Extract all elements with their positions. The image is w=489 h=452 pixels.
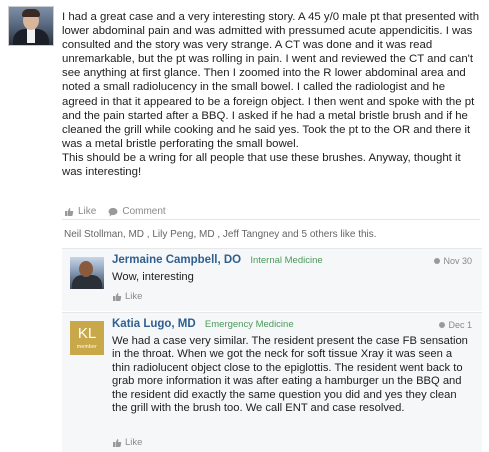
like-button[interactable]: Like — [64, 206, 96, 217]
thumbs-up-icon — [113, 438, 122, 447]
commenter-avatar[interactable]: KL member — [70, 321, 104, 355]
comment-button[interactable]: Comment — [108, 206, 166, 217]
thumbs-up-icon — [65, 207, 74, 216]
post-text: I had a great case and a very interestin… — [62, 11, 480, 179]
avatar-member-tag: member — [76, 344, 98, 350]
comment-date: Nov 30 — [434, 256, 472, 266]
avatar-hair — [22, 9, 40, 17]
comment-like-button[interactable]: Like — [112, 291, 142, 302]
comment-like-label: Like — [125, 291, 143, 302]
comment-item: Jermaine Campbell, DO Internal Medicine … — [62, 248, 482, 311]
divider — [62, 219, 480, 220]
likers-summary[interactable]: Neil Stollman, MD , Lily Peng, MD , Jeff… — [64, 229, 377, 240]
comment-label: Comment — [122, 206, 166, 217]
like-label: Like — [78, 206, 97, 217]
avatar-body — [72, 275, 102, 289]
commenter-specialty: Emergency Medicine — [204, 319, 294, 330]
commenter-name[interactable]: Katia Lugo, MD — [112, 318, 196, 330]
comment-date-text: Nov 30 — [443, 256, 472, 266]
post-author-avatar[interactable] — [8, 6, 54, 46]
avatar-initials: KL — [77, 325, 97, 342]
comment-date: Dec 1 — [439, 320, 472, 330]
comment-text: Wow, interesting — [112, 271, 194, 283]
clock-dot-icon — [434, 258, 441, 264]
avatar-shirt — [27, 29, 35, 43]
comment-item: KL member Katia Lugo, MD Emergency Medic… — [62, 312, 482, 452]
comment-date-text: Dec 1 — [448, 320, 472, 330]
comment-like-button[interactable]: Like — [112, 437, 142, 448]
comment-text: We had a case very similar. The resident… — [112, 335, 468, 415]
commenter-avatar[interactable] — [70, 257, 104, 289]
commenter-name[interactable]: Jermaine Campbell, DO — [112, 254, 241, 266]
clock-dot-icon — [439, 322, 446, 328]
comment-icon — [108, 207, 118, 216]
thumbs-up-icon — [113, 292, 122, 301]
comment-header: Jermaine Campbell, DO Internal Medicine — [112, 254, 323, 266]
avatar-face — [79, 261, 93, 277]
commenter-specialty: Internal Medicine — [250, 255, 323, 266]
post-actions: Like Comment — [64, 206, 166, 217]
comment-header: Katia Lugo, MD Emergency Medicine — [112, 318, 294, 330]
comment-like-label: Like — [125, 437, 143, 448]
